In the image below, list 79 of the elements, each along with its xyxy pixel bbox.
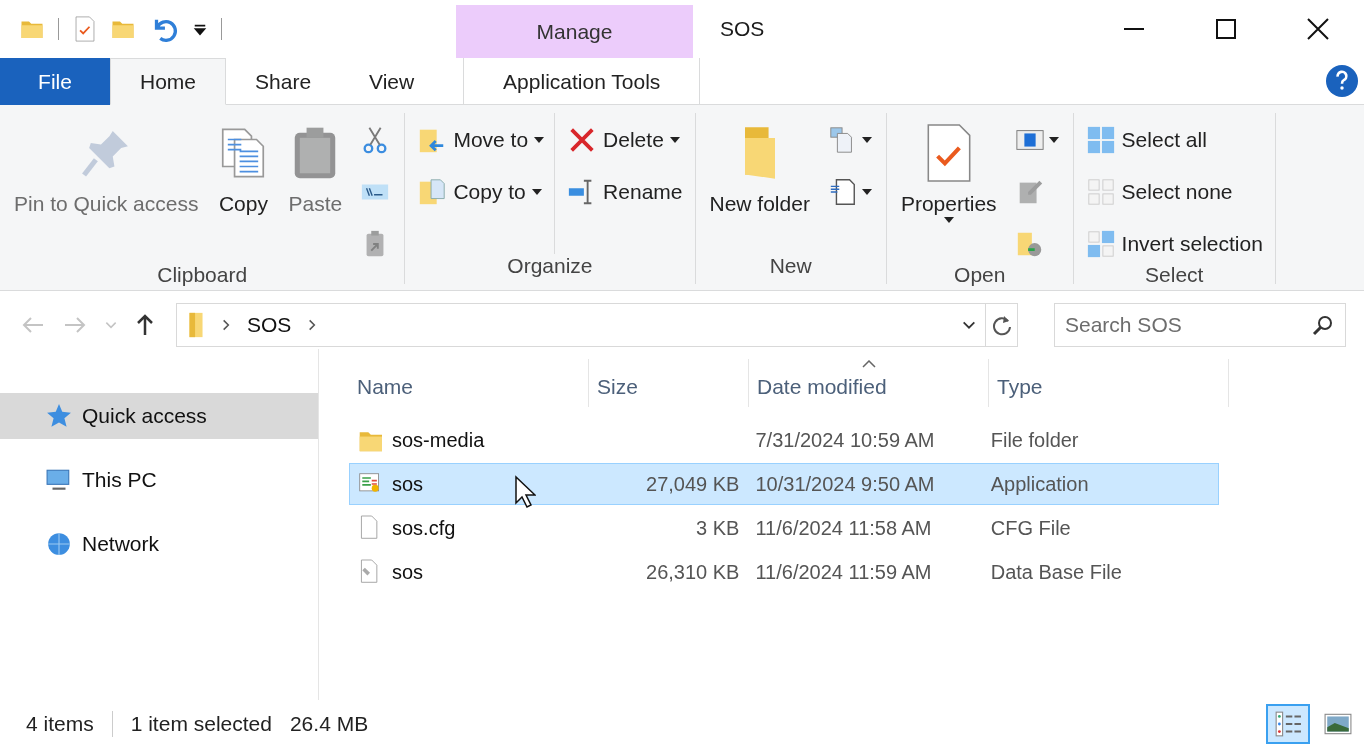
ribbon-tab[interactable]: Share <box>226 58 341 105</box>
details-view-button[interactable] <box>1266 704 1310 744</box>
minimize-icon <box>1124 28 1144 30</box>
file-type: Data Base File <box>989 560 1123 584</box>
address-bar[interactable]: SOS <box>176 303 1018 347</box>
date-modified: 10/31/2024 9:50 AM <box>754 472 936 496</box>
selection-size: 26.4 MB <box>289 712 369 736</box>
column-header[interactable]: Size <box>589 359 749 407</box>
caret-icon <box>861 137 872 143</box>
date-modified: 11/6/2024 11:59 AM <box>754 560 933 584</box>
grid-icon <box>1085 229 1116 259</box>
selection-info: 1 item selected <box>130 712 272 736</box>
computer-icon <box>46 467 72 493</box>
sidebar-item[interactable]: Network <box>0 521 318 567</box>
file-name: sos-media <box>392 428 485 452</box>
file-row[interactable]: sos 26,310 KB 11/6/2024 11:59 AM Data Base File <box>349 551 1219 593</box>
file-name: sos.cfg <box>392 516 456 540</box>
file-row[interactable]: sos 27,049 KB 10/31/2024 9:50 AM Application <box>349 463 1219 505</box>
date-modified: 11/6/2024 11:58 AM <box>754 516 933 540</box>
empty-grid-icon <box>1085 177 1116 207</box>
caret-icon <box>534 137 545 143</box>
ribbon-button[interactable]: New folder <box>703 113 816 217</box>
group-label: Clipboard <box>156 263 249 287</box>
close-icon <box>1307 18 1329 40</box>
column-header[interactable]: Type <box>989 359 1229 407</box>
ribbon-button[interactable]: Properties <box>894 113 1003 223</box>
caret-icon <box>943 217 954 223</box>
ribbon-button[interactable]: Delete <box>563 121 687 159</box>
group-label: Select <box>1144 263 1205 287</box>
column-header[interactable]: Date modified <box>749 359 989 407</box>
ribbon-button[interactable]: Invert selection <box>1081 225 1267 263</box>
ribbon-button[interactable]: Move to <box>413 121 549 159</box>
file-name: sos <box>392 472 424 496</box>
file-type: Application <box>989 472 1090 496</box>
list-icon <box>1274 710 1302 738</box>
date-modified: 7/31/2024 10:59 AM <box>754 428 936 452</box>
caret-icon <box>669 137 680 143</box>
file-size: 27,049 KB <box>645 472 741 496</box>
search-field[interactable]: Search SOS <box>1054 303 1346 347</box>
ribbon-tab[interactable]: Home <box>110 58 227 105</box>
column-header[interactable]: Name <box>349 359 589 407</box>
file-type: CFG File <box>989 516 1072 540</box>
sidebar-item[interactable]: This PC <box>0 457 318 503</box>
breadcrumb[interactable]: SOS <box>247 313 292 337</box>
sidebar-item[interactable]: Quick access <box>0 393 318 439</box>
ribbon-button[interactable]: Select none <box>1081 173 1267 211</box>
group-label: New <box>768 254 813 279</box>
grid-icon <box>1085 125 1116 155</box>
ribbon-tab[interactable]: View <box>340 58 444 105</box>
star-icon <box>46 403 72 429</box>
mouse-pointer-icon <box>514 475 536 509</box>
group-label: Organize <box>506 254 594 279</box>
group-label: Open <box>953 263 1007 287</box>
caret-icon <box>531 189 542 195</box>
dropdown-icon[interactable] <box>193 22 207 36</box>
ribbon-button[interactable]: Select all <box>1081 121 1267 159</box>
file-size: 26,310 KB <box>645 560 741 584</box>
context-tab-header: Manage <box>456 5 693 58</box>
file-type: File folder <box>989 428 1080 452</box>
caret-icon <box>1048 137 1059 143</box>
ribbon-button[interactable]: Copy to <box>413 173 549 211</box>
file-row[interactable]: sos-media 7/31/2024 10:59 AM File folder <box>349 419 1219 461</box>
refresh-icon <box>990 314 1013 336</box>
globe-icon <box>46 531 72 557</box>
caret-icon <box>861 189 872 195</box>
item-count: 4 items <box>26 712 94 736</box>
file-name: sos <box>392 560 424 584</box>
file-size: 3 KB <box>695 516 741 540</box>
window-title: SOS <box>720 17 766 41</box>
ribbon-button[interactable]: Rename <box>563 173 687 211</box>
ribbon-button[interactable]: Copy <box>210 113 277 217</box>
maximize-icon <box>1216 19 1236 39</box>
folder-page-icon <box>417 177 448 207</box>
file-row[interactable]: sos.cfg 3 KB 11/6/2024 11:58 AM CFG File <box>349 507 1219 549</box>
folder-icon <box>187 311 205 339</box>
page-check-icon[interactable] <box>73 16 97 42</box>
search-icon <box>1312 314 1334 336</box>
ribbon-tab[interactable]: File <box>0 58 110 105</box>
help-button[interactable] <box>1326 65 1358 97</box>
